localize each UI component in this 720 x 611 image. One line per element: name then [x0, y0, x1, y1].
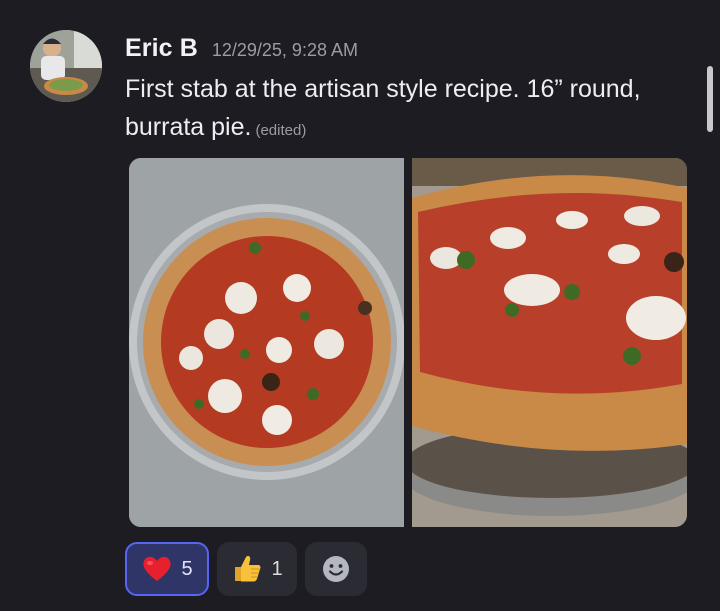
pizza-photo-top-view[interactable] — [129, 158, 404, 527]
heart-icon — [143, 556, 172, 581]
reaction-heart[interactable]: 5 — [125, 542, 209, 596]
reaction-count: 5 — [181, 557, 193, 580]
message-content: First stab at the artisan style recipe. … — [125, 70, 685, 150]
reaction-thumbs-up[interactable]: 1 — [217, 542, 297, 596]
message-text: First stab at the artisan style recipe. … — [125, 75, 641, 141]
author-name[interactable]: Eric B — [125, 34, 198, 63]
reaction-count: 1 — [271, 557, 283, 580]
thumbs-up-icon — [235, 556, 261, 582]
message-timestamp: 12/29/25, 9:28 AM — [211, 40, 358, 60]
scrollbar-thumb[interactable] — [707, 66, 713, 132]
smiley-icon — [323, 556, 349, 582]
edited-label: (edited) — [255, 122, 307, 139]
message-header: Eric B 12/29/25, 9:28 AM — [125, 34, 358, 64]
pizza-photo-angled-view[interactable] — [412, 158, 687, 527]
chat-message: Eric B 12/29/25, 9:28 AM First stab at t… — [0, 0, 720, 611]
add-reaction-button[interactable] — [305, 542, 367, 596]
image-gallery — [129, 158, 687, 527]
user-avatar[interactable] — [30, 30, 102, 102]
reactions-bar: 5 1 — [125, 542, 367, 596]
